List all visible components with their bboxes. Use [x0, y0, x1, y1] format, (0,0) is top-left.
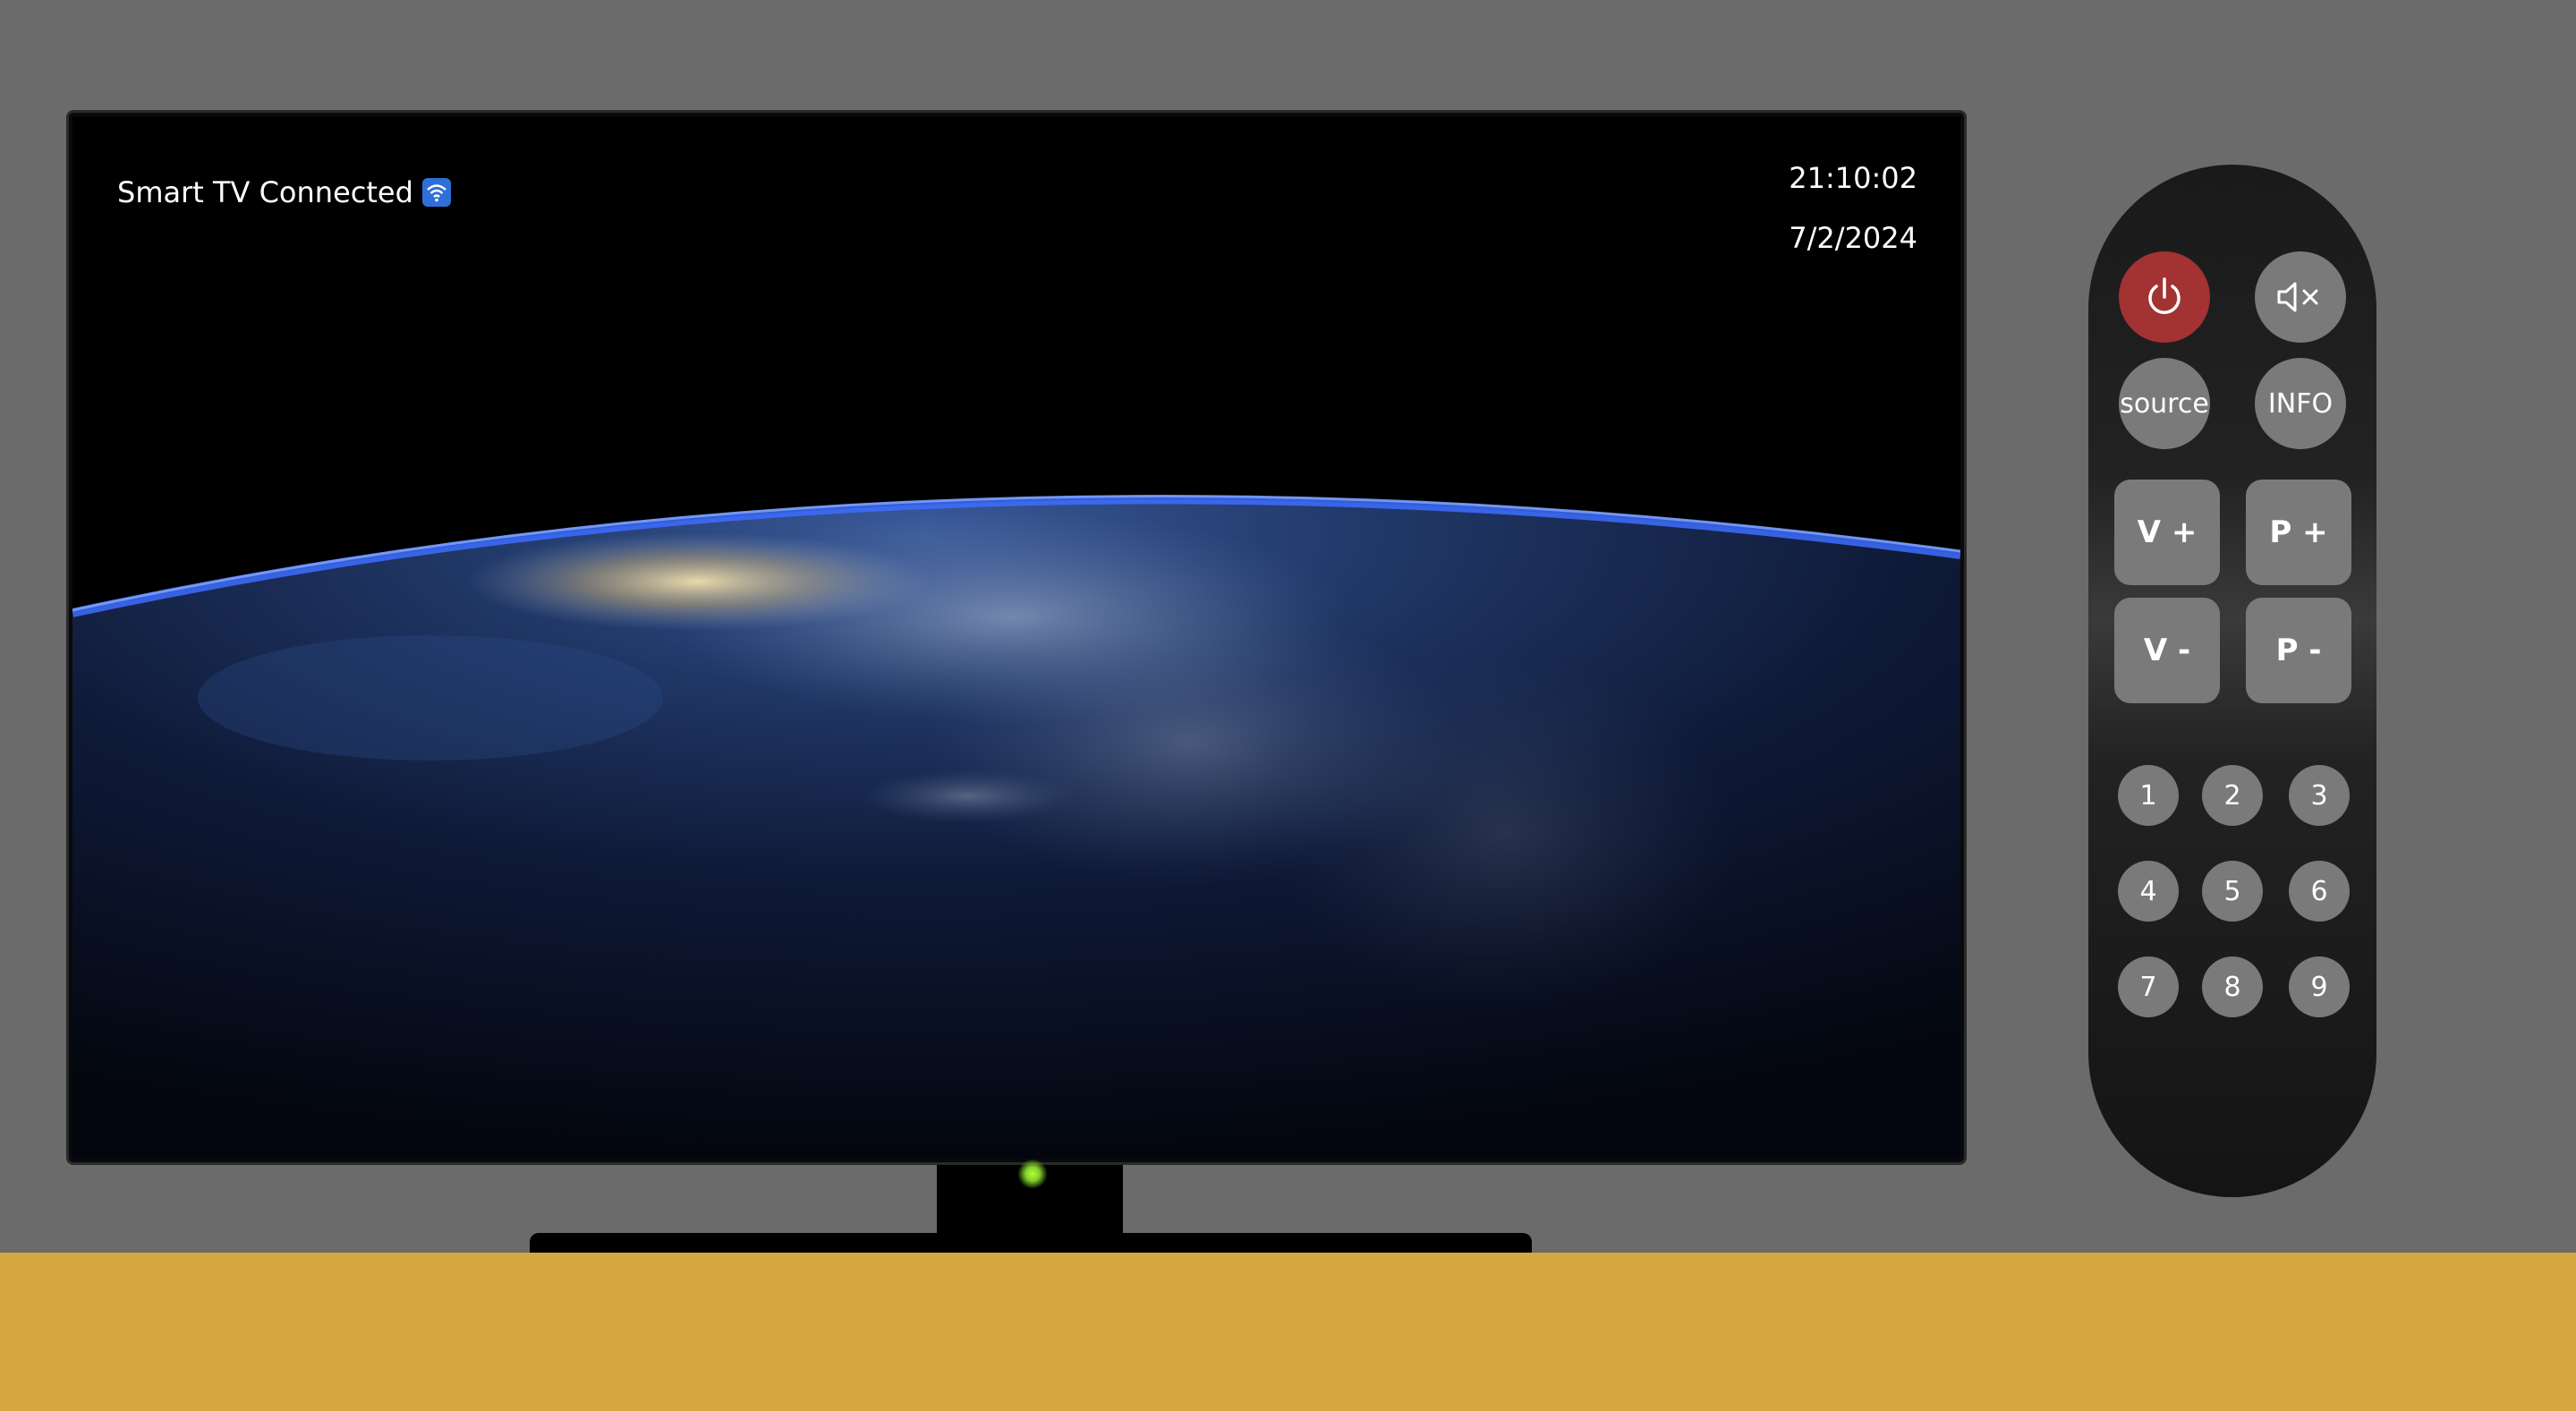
floor — [0, 1253, 2576, 1411]
number-button-3[interactable]: 3 — [2289, 765, 2350, 826]
number-button-9[interactable]: 9 — [2289, 956, 2350, 1017]
wifi-icon — [421, 178, 451, 207]
number-button-2[interactable]: 2 — [2202, 765, 2263, 826]
power-button[interactable] — [2119, 251, 2210, 343]
info-button[interactable]: INFO — [2255, 358, 2346, 449]
clock-date: 7/2/2024 — [1789, 221, 1917, 255]
number-button-8[interactable]: 8 — [2202, 956, 2263, 1017]
mute-icon — [2277, 282, 2318, 312]
program-up-button[interactable]: P + — [2246, 480, 2351, 585]
earth-image — [72, 116, 1960, 1159]
number-button-6[interactable]: 6 — [2289, 861, 2350, 922]
number-button-5[interactable]: 5 — [2202, 861, 2263, 922]
mute-button[interactable] — [2255, 251, 2346, 343]
power-led-indicator — [1018, 1160, 1047, 1188]
room-scene: Smart TV Connected 21:10:02 7/2/2024 sou… — [0, 0, 2576, 1411]
program-down-button[interactable]: P - — [2246, 598, 2351, 703]
connection-status: Smart TV Connected — [117, 175, 451, 209]
number-button-7[interactable]: 7 — [2118, 956, 2179, 1017]
clock-time: 21:10:02 — [1789, 161, 1917, 195]
number-button-4[interactable]: 4 — [2118, 861, 2179, 922]
tv: Smart TV Connected 21:10:02 7/2/2024 — [66, 110, 1967, 1165]
volume-down-button[interactable]: V - — [2114, 598, 2220, 703]
remote-control: source INFO V + P + V - P - 1 2 3 4 5 6 … — [2088, 165, 2376, 1197]
volume-up-button[interactable]: V + — [2114, 480, 2220, 585]
power-icon — [2148, 277, 2181, 314]
number-button-1[interactable]: 1 — [2118, 765, 2179, 826]
source-button[interactable]: source — [2119, 358, 2210, 449]
tv-stand-base — [530, 1233, 1532, 1254]
tv-screen: Smart TV Connected 21:10:02 7/2/2024 — [72, 116, 1960, 1159]
connection-status-label: Smart TV Connected — [117, 175, 413, 209]
